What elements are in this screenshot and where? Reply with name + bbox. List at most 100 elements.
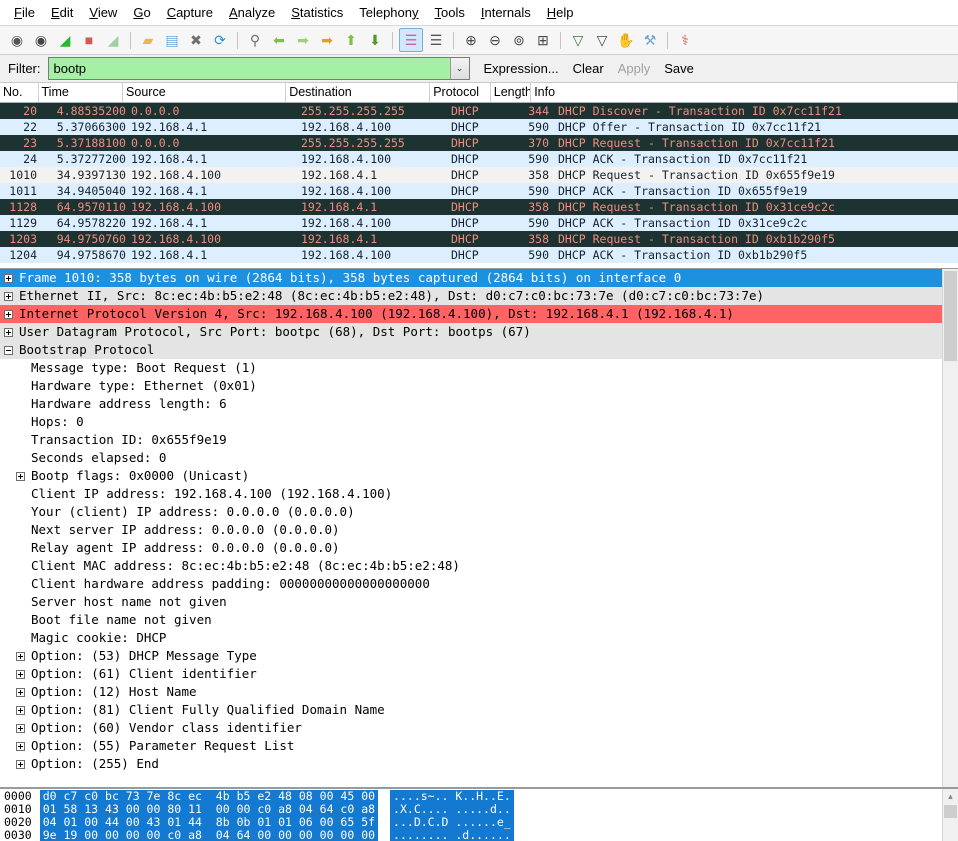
packet-row[interactable]: 1203 94.9750760 192.168.4.100 192.168.4.1 DH… [0, 231, 958, 247]
display-filters-icon[interactable]: ▽ [591, 29, 613, 51]
stop-capture-icon[interactable]: ■ [78, 29, 100, 51]
packet-row[interactable]: 1129 64.9578220 192.168.4.1 192.168.4.100 DH… [0, 215, 958, 231]
bytes-scroll-thumb[interactable] [944, 805, 957, 818]
expand-plus-icon[interactable] [16, 651, 25, 661]
apply-filter-button[interactable]: Apply [618, 61, 651, 76]
menu-item-edit[interactable]: Edit [43, 3, 81, 23]
filter-box[interactable]: ⌄ [47, 57, 470, 80]
packet-row[interactable]: 20 4.88535200 0.0.0.0 255.255.255.255 DHCP 34… [0, 103, 958, 119]
menu-item-internals[interactable]: Internals [473, 3, 539, 23]
detail-tree-row[interactable]: Client hardware address padding: 0000000… [0, 575, 958, 593]
column-header-source[interactable]: Source [123, 83, 287, 102]
detail-tree-row[interactable]: Seconds elapsed: 0 [0, 449, 958, 467]
packet-details-pane[interactable]: Frame 1010: 358 bytes on wire (2864 bits… [0, 269, 958, 788]
zoom-reset-icon[interactable]: ⊚ [508, 29, 530, 51]
column-header-length[interactable]: Length [491, 83, 532, 102]
bytes-vertical-scrollbar[interactable]: ▲ [942, 789, 958, 841]
column-header-no[interactable]: No. [0, 83, 39, 102]
expression-button[interactable]: Expression... [484, 61, 559, 76]
packet-row[interactable]: 23 5.37188100 0.0.0.0 255.255.255.255 DHCP 37… [0, 135, 958, 151]
expand-plus-icon[interactable] [4, 273, 13, 283]
reload-icon[interactable]: ⟳ [209, 29, 231, 51]
collapse-minus-icon[interactable] [4, 345, 13, 355]
menu-item-go[interactable]: Go [125, 3, 158, 23]
column-header-destination[interactable]: Destination [286, 83, 431, 102]
expand-plus-icon[interactable] [16, 669, 25, 679]
zoom-in-icon[interactable]: ⊕ [460, 29, 482, 51]
protocol-tree[interactable]: Frame 1010: 358 bytes on wire (2864 bits… [0, 269, 958, 773]
detail-tree-row[interactable]: Option: (255) End [0, 755, 958, 773]
save-filter-button[interactable]: Save [664, 61, 694, 76]
detail-tree-row[interactable]: Client MAC address: 8c:ec:4b:b5:e2:48 (8… [0, 557, 958, 575]
detail-tree-row[interactable]: Hardware address length: 6 [0, 395, 958, 413]
detail-tree-row[interactable]: Option: (12) Host Name [0, 683, 958, 701]
detail-tree-row[interactable]: Message type: Boot Request (1) [0, 359, 958, 377]
save-file-icon[interactable]: ▤ [161, 29, 183, 51]
details-vertical-scrollbar[interactable] [942, 269, 958, 787]
packet-list-rows[interactable]: 20 4.88535200 0.0.0.0 255.255.255.255 DHCP 34… [0, 103, 958, 268]
preferences-icon[interactable]: ⚒ [639, 29, 661, 51]
go-forward-icon[interactable]: ➡ [292, 29, 314, 51]
expand-plus-icon[interactable] [16, 741, 25, 751]
expand-plus-icon[interactable] [4, 309, 13, 319]
menu-item-telephony[interactable]: Telephony [351, 3, 426, 23]
packet-row[interactable]: 1128 64.9570110 192.168.4.100 192.168.4.1 DH… [0, 199, 958, 215]
menu-item-view[interactable]: View [81, 3, 125, 23]
go-last-packet-icon[interactable]: ⬇ [364, 29, 386, 51]
detail-tree-row[interactable]: Client IP address: 192.168.4.100 (192.16… [0, 485, 958, 503]
packet-row[interactable]: 1011 34.9405040 192.168.4.1 192.168.4.100 DH… [0, 183, 958, 199]
detail-tree-row[interactable]: Option: (55) Parameter Request List [0, 737, 958, 755]
close-file-icon[interactable]: ✖ [185, 29, 207, 51]
packet-bytes-pane[interactable]: 0000 d0 c7 c0 bc 73 7e 8c ec 4b b5 e2 48 … [0, 788, 958, 841]
packet-list-pane[interactable]: No. Time Source Destination Protocol Length In… [0, 83, 958, 291]
detail-tree-row[interactable]: Next server IP address: 0.0.0.0 (0.0.0.0… [0, 521, 958, 539]
detail-tree-row[interactable]: Option: (60) Vendor class identifier [0, 719, 958, 737]
menu-item-capture[interactable]: Capture [159, 3, 221, 23]
menu-item-file[interactable]: File [6, 3, 43, 23]
detail-tree-row[interactable]: Hardware type: Ethernet (0x01) [0, 377, 958, 395]
expand-plus-icon[interactable] [16, 723, 25, 733]
packet-row[interactable]: 24 5.37277200 192.168.4.1 192.168.4.100 DHCP… [0, 151, 958, 167]
detail-tree-row[interactable]: Option: (61) Client identifier [0, 665, 958, 683]
interfaces-icon[interactable]: ◉ [6, 29, 28, 51]
detail-tree-row[interactable]: Frame 1010: 358 bytes on wire (2864 bits… [0, 269, 958, 287]
go-to-packet-icon[interactable]: ➡ [316, 29, 338, 51]
clear-filter-button[interactable]: Clear [573, 61, 604, 76]
detail-tree-row[interactable]: Option: (53) DHCP Message Type [0, 647, 958, 665]
details-scroll-thumb[interactable] [944, 271, 957, 361]
detail-tree-row[interactable]: Bootstrap Protocol [0, 341, 958, 359]
find-packet-icon[interactable]: ⚲ [244, 29, 266, 51]
go-first-packet-icon[interactable]: ⬆ [340, 29, 362, 51]
detail-tree-row[interactable]: User Datagram Protocol, Src Port: bootpc… [0, 323, 958, 341]
packet-row[interactable]: 22 5.37066300 192.168.4.1 192.168.4.100 DHCP… [0, 119, 958, 135]
detail-tree-row[interactable]: Internet Protocol Version 4, Src: 192.16… [0, 305, 958, 323]
expand-plus-icon[interactable] [16, 687, 25, 697]
packet-row[interactable]: 1010 34.9397130 192.168.4.100 192.168.4.1 DH… [0, 167, 958, 183]
column-header-protocol[interactable]: Protocol [430, 83, 491, 102]
coloring-rules-icon[interactable]: ✋ [615, 29, 637, 51]
detail-tree-row[interactable]: Option: (81) Client Fully Qualified Doma… [0, 701, 958, 719]
expand-plus-icon[interactable] [4, 291, 13, 301]
help-contents-icon[interactable]: ⚕ [674, 29, 696, 51]
expand-plus-icon[interactable] [16, 471, 25, 481]
expand-plus-icon[interactable] [16, 705, 25, 715]
zoom-out-icon[interactable]: ⊖ [484, 29, 506, 51]
detail-tree-row[interactable]: Hops: 0 [0, 413, 958, 431]
menu-item-analyze[interactable]: Analyze [221, 3, 283, 23]
filter-history-dropdown-icon[interactable]: ⌄ [449, 58, 469, 79]
capture-options-icon[interactable]: ◉ [30, 29, 52, 51]
go-back-icon[interactable]: ⬅ [268, 29, 290, 51]
packet-row[interactable]: 1204 94.9758670 192.168.4.1 192.168.4.100 DH… [0, 247, 958, 263]
column-header-info[interactable]: Info [531, 83, 958, 102]
colorize-icon[interactable]: ☰ [399, 28, 423, 52]
restart-capture-icon[interactable]: ◢ [102, 29, 124, 51]
start-capture-icon[interactable]: ◢ [54, 29, 76, 51]
expand-plus-icon[interactable] [16, 759, 25, 769]
expand-plus-icon[interactable] [4, 327, 13, 337]
menu-item-help[interactable]: Help [539, 3, 582, 23]
capture-filters-icon[interactable]: ▽ [567, 29, 589, 51]
auto-scroll-icon[interactable]: ☰ [425, 29, 447, 51]
detail-tree-row[interactable]: Relay agent IP address: 0.0.0.0 (0.0.0.0… [0, 539, 958, 557]
open-file-icon[interactable]: ▰ [137, 29, 159, 51]
detail-tree-row[interactable]: Bootp flags: 0x0000 (Unicast) [0, 467, 958, 485]
